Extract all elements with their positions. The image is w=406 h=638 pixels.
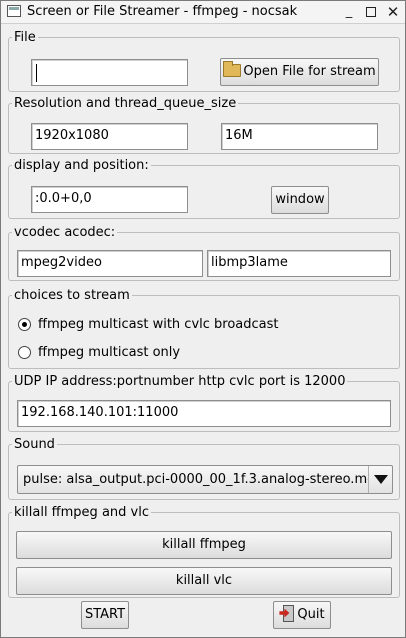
acodec-input[interactable]: libmp3lame [207,250,391,277]
resolution-group: Resolution and thread_queue_size 1920x10… [8,96,400,154]
minimize-button[interactable]: _ [341,4,357,20]
close-button[interactable]: ✕ [385,4,401,20]
radio-unselected-icon [18,346,31,359]
resolution-group-label: Resolution and thread_queue_size [14,96,237,111]
udp-address-input[interactable]: 192.168.140.101:11000 [17,400,391,427]
vcodec-input[interactable]: mpeg2video [17,250,203,277]
display-group: display and position: :0.0+0,0 window [8,158,400,219]
thread-queue-size-input[interactable]: 16M [221,123,378,150]
file-group-label: File [14,30,36,45]
quit-button[interactable]: Quit [273,601,331,629]
maximize-icon [366,7,376,17]
killall-group-label: killall ffmpeg and vlc [14,505,149,520]
sound-device-select[interactable]: pulse: alsa_output.pci-0000_00_1f.3.anal… [17,465,393,494]
killall-group: killall ffmpeg and vlc killall ffmpeg ki… [8,505,400,598]
radio-selected-icon [18,318,31,331]
start-button[interactable]: START [81,601,129,629]
display-position-input[interactable]: :0.0+0,0 [31,186,188,213]
file-path-input[interactable] [31,59,188,86]
window-title: Screen or File Streamer - ffmpeg - nocsa… [27,4,298,19]
folder-open-icon [223,60,242,77]
udp-group: UDP IP address:portnumber http cvlc port… [8,374,400,432]
open-file-button-label: Open File for stream [243,64,376,79]
resolution-input[interactable]: 1920x1080 [31,123,188,150]
codec-group: vcodec acodec: mpeg2video libmp3lame [8,225,400,281]
chevron-down-icon [374,475,388,484]
file-group: File Open File for stream [8,30,400,92]
window-button[interactable]: window [271,186,329,214]
title-bar: Screen or File Streamer - ffmpeg - nocsa… [1,1,405,24]
sound-group: Sound pulse: alsa_output.pci-0000_00_1f.… [8,437,400,500]
dropdown-arrow-button[interactable] [368,466,392,493]
stream-choices-group: choices to stream ffmpeg multicast with … [8,288,400,369]
sound-group-label: Sound [14,437,55,452]
maximize-button[interactable] [363,4,379,20]
quit-button-label: Quit [297,607,325,622]
codec-group-label: vcodec acodec: [14,225,116,240]
text-cursor [36,64,37,82]
window-app-icon [7,5,21,17]
display-group-label: display and position: [14,158,149,173]
open-file-button[interactable]: Open File for stream [220,58,379,86]
stream-choices-label: choices to stream [14,288,130,303]
exit-icon [279,604,295,622]
sound-device-value: pulse: alsa_output.pci-0000_00_1f.3.anal… [23,472,368,487]
killall-vlc-button[interactable]: killall vlc [16,567,392,595]
killall-ffmpeg-button[interactable]: killall ffmpeg [16,531,392,559]
app-window: Screen or File Streamer - ffmpeg - nocsa… [0,0,406,638]
udp-group-label: UDP IP address:portnumber http cvlc port… [14,374,346,389]
